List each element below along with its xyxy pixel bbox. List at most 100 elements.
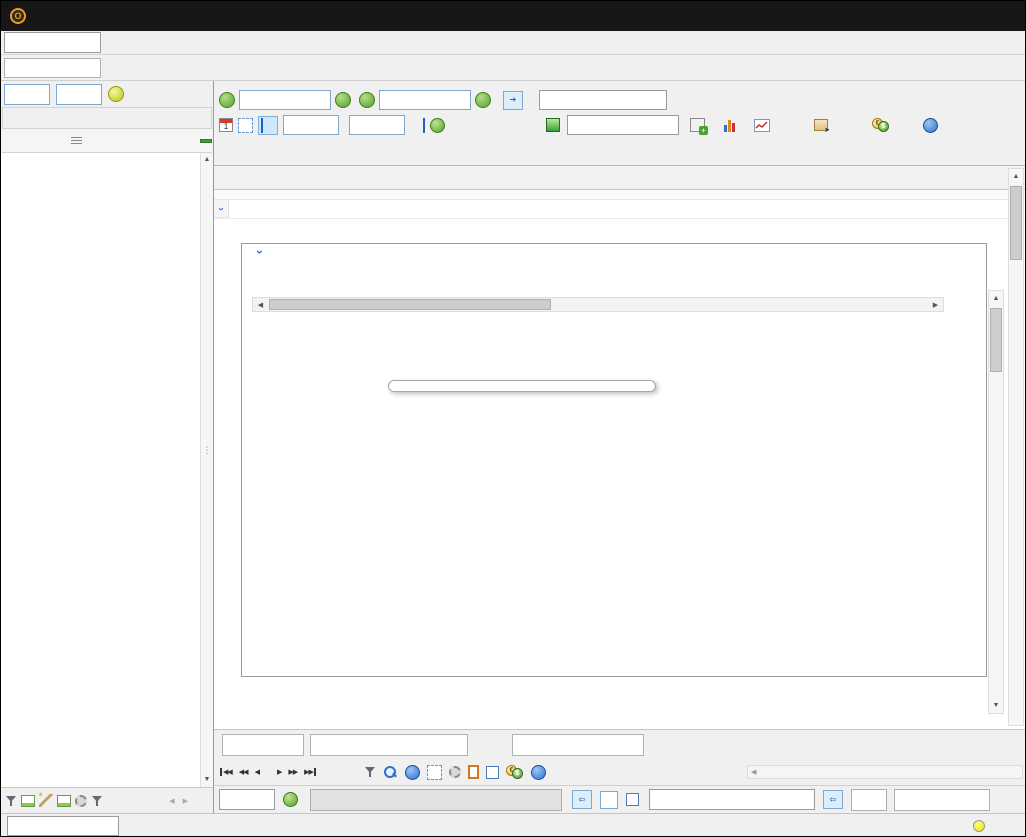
scroll-down-icon[interactable]: ▼ <box>201 773 213 787</box>
collapse-all-icon[interactable] <box>200 138 212 143</box>
all-filter-select[interactable] <box>219 789 275 810</box>
bookmaker-select[interactable] <box>7 816 119 836</box>
table-filter-strip <box>214 190 1025 200</box>
filter-funnel-icon[interactable] <box>364 766 376 778</box>
main-vertical-scrollbar[interactable]: ▲ <box>1008 168 1024 726</box>
first-page-icon[interactable]: ◀◀ <box>220 768 233 776</box>
search-icon[interactable] <box>383 765 398 780</box>
time-from-value <box>284 116 325 134</box>
coins-icon[interactable]: €$ <box>505 765 524 779</box>
stats-hscrollbar[interactable]: ◀ ▶ <box>252 297 944 312</box>
year-to-spinner[interactable] <box>56 83 102 105</box>
detail-vertical-scrollbar[interactable]: ▲ ▼ <box>988 290 1004 714</box>
gear-icon[interactable] <box>75 794 87 807</box>
time-to-spinner[interactable] <box>349 115 405 135</box>
scroll-up-icon[interactable]: ▲ <box>201 153 213 167</box>
filter-input-1[interactable] <box>310 733 468 756</box>
date-from-prev-icon[interactable] <box>219 92 235 108</box>
next-page-icon[interactable]: ▶ <box>277 768 282 776</box>
filter-input-2[interactable] <box>512 733 644 756</box>
scroll-up-icon: ▲ <box>992 295 1000 302</box>
year-from-spinner[interactable] <box>4 83 50 105</box>
chevron-down-icon: › <box>253 250 267 254</box>
calendar-day-icon[interactable]: 1 <box>219 118 233 132</box>
close-button[interactable] <box>981 1 1025 31</box>
competitions-checkbox[interactable] <box>626 793 643 806</box>
help-box-icon[interactable] <box>600 790 618 809</box>
fast-prev-icon[interactable]: ◀◀ <box>239 768 249 776</box>
last-page-icon[interactable]: ▶▶ <box>304 768 316 776</box>
scrollbar-grip-icon[interactable]: ⋮ <box>201 445 213 456</box>
currency-coins-icon[interactable]: €$ <box>872 118 890 132</box>
scroll-left-icon: ◀ <box>751 769 757 776</box>
date-to-field[interactable] <box>379 90 471 110</box>
panel-layout2-icon[interactable] <box>57 794 71 807</box>
archive-icon[interactable] <box>814 119 830 134</box>
expand-range-icon[interactable] <box>238 117 253 133</box>
bar-chart-icon[interactable] <box>724 119 739 132</box>
maximize-button[interactable] <box>937 1 981 31</box>
help-icon[interactable] <box>530 764 546 780</box>
filter-icon[interactable] <box>5 795 17 807</box>
date-to-next-icon[interactable] <box>475 92 491 108</box>
league-group-row[interactable]: › <box>214 200 1025 219</box>
sort-icon[interactable] <box>71 136 82 145</box>
panel-layout-icon[interactable] <box>21 794 35 807</box>
send-left-icon[interactable]: ⇦ <box>572 790 592 809</box>
main-panel: ➔ 1 + ➤ $ › › ◀ ▶ ▲ ▲ ▼ ◀◀ ◀◀ ◀ ▶ ▶▶ ▶▶ … <box>214 81 1025 813</box>
date-from-field[interactable] <box>239 90 331 110</box>
sidebar-scrollbar[interactable]: ▲ ⋮ ▼ <box>200 153 213 787</box>
fit-icon[interactable] <box>426 764 442 780</box>
date-from-next-icon[interactable] <box>335 92 351 108</box>
add-table-icon[interactable] <box>690 118 708 135</box>
checklist-icon[interactable] <box>485 765 499 779</box>
spinner-arrows-icon[interactable] <box>36 85 49 104</box>
tennis-ball-icon[interactable] <box>108 86 124 102</box>
year-to-value <box>57 85 88 104</box>
spinner-arrows-icon[interactable] <box>391 116 404 134</box>
fast-next-icon[interactable]: ▶▶ <box>288 768 298 776</box>
funnel-clear-icon[interactable] <box>91 795 103 807</box>
spinner-arrows-icon[interactable] <box>325 116 338 134</box>
clipboard-icon[interactable] <box>467 765 479 779</box>
profit-button[interactable] <box>894 788 990 811</box>
competition-source-select[interactable] <box>649 789 815 810</box>
match-table: › › ◀ ▶ ▲ ▲ ▼ <box>214 165 1025 729</box>
prev-page-icon[interactable]: ◀ <box>255 768 260 776</box>
skip-end-icon[interactable] <box>410 117 425 133</box>
bb-button[interactable] <box>851 788 887 811</box>
apply-range-icon[interactable]: ➔ <box>503 90 523 110</box>
competition-select[interactable] <box>567 115 679 135</box>
scroll-up-icon: ▲ <box>1012 173 1020 180</box>
match-count-input[interactable] <box>222 733 304 756</box>
scroll-down-icon: ▼ <box>992 702 1000 709</box>
apply-time-icon[interactable] <box>430 117 445 133</box>
minimize-button[interactable] <box>893 1 937 31</box>
scroll-left-icon: ◀ <box>257 301 264 309</box>
add-circle-icon[interactable] <box>923 117 938 133</box>
app-window: O ▲ ⋮ ▼ * ◀ ▶ ➔ 1 + ➤ $ › › ◀ ▶ ▲ ▲ ▼ ◀◀… <box>0 0 1026 837</box>
zoom-plus-icon[interactable] <box>404 764 420 780</box>
money-icon[interactable] <box>546 118 560 132</box>
spinner-arrows-icon[interactable] <box>88 85 101 104</box>
connection-status-icon <box>973 820 985 832</box>
statistics-icon[interactable] <box>754 118 770 132</box>
send-left2-icon[interactable]: ⇦ <box>823 790 843 809</box>
all-matches-button[interactable] <box>310 788 562 811</box>
date-to-prev-icon[interactable] <box>359 92 375 108</box>
sport-select[interactable] <box>4 32 101 53</box>
confirm-icon[interactable] <box>283 792 298 807</box>
bets-section-header[interactable]: › <box>252 246 986 270</box>
count-inputs-row <box>214 729 1025 759</box>
wizard-icon[interactable] <box>39 792 53 807</box>
bottom-hscrollbar[interactable]: ◀ <box>747 765 1023 779</box>
gear-icon[interactable] <box>448 766 461 778</box>
time-from-spinner[interactable] <box>283 115 339 135</box>
odds-mode-select[interactable] <box>539 90 667 110</box>
sidebar-hscroll-arrows[interactable]: ◀ ▶ <box>169 797 191 805</box>
filter-buttons-row <box>214 137 1025 165</box>
toolbar-row <box>1 55 1025 81</box>
bottom-toolbar: ⇦ ⇦ <box>214 785 1025 813</box>
next-week-button[interactable] <box>4 57 101 78</box>
skip-start-button[interactable] <box>258 115 278 135</box>
